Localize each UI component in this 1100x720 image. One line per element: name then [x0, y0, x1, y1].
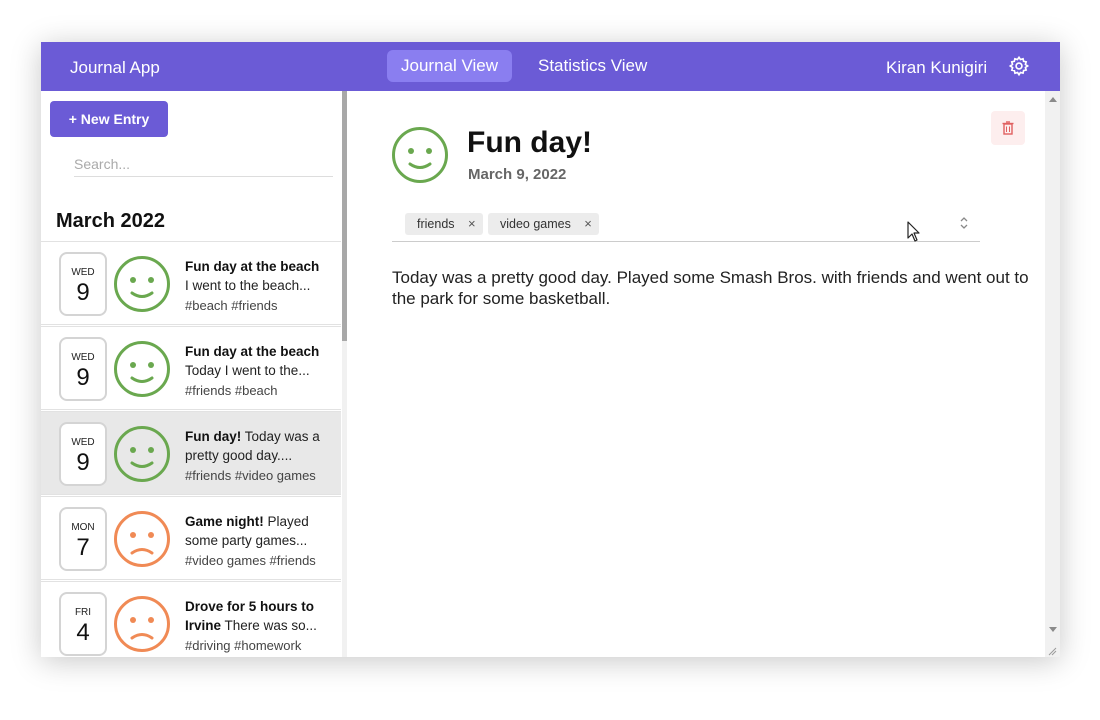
entry-preview-inline: Today was a	[244, 429, 320, 444]
entry-title: Fun day at the beach	[185, 259, 320, 274]
entry-preview: pretty good day....	[185, 448, 293, 463]
date-badge: WED 9	[59, 252, 107, 316]
remove-tag-icon[interactable]: ×	[468, 213, 476, 235]
date-badge: FRI 4	[59, 592, 107, 656]
delete-entry-button[interactable]	[991, 111, 1025, 145]
app-title: Journal App	[70, 58, 160, 77]
day-number: 7	[76, 534, 90, 561]
entry-list-item[interactable]: FRI 4 Drove for 5 hours to Irvine There …	[41, 581, 341, 657]
entries-sidebar: + New Entry March 2022 WED 9 Fun day at …	[41, 91, 341, 657]
entry-title-continued: Irvine	[185, 618, 222, 633]
entry-summary: Game night! Played some party games...	[185, 512, 329, 550]
app-window: Journal App Journal View Statistics View…	[41, 42, 1060, 657]
entry-title-heading[interactable]: Fun day!	[467, 126, 592, 160]
day-number: 9	[76, 364, 90, 391]
tags-multiselect[interactable]: friends × video games ×	[392, 211, 980, 242]
scroll-up-icon[interactable]	[1049, 97, 1057, 102]
day-of-week: WED	[71, 352, 95, 363]
entry-title: Game night!	[185, 514, 264, 529]
happy-face-icon	[114, 426, 170, 482]
day-of-week: WED	[71, 267, 95, 278]
trash-icon	[1002, 121, 1014, 135]
happy-face-icon[interactable]	[391, 126, 449, 184]
entry-preview-inline: Played	[267, 514, 309, 529]
entry-list-item[interactable]: WED 9 Fun day at the beach I went to the…	[41, 241, 341, 325]
entry-body-text[interactable]: Today was a pretty good day. Played some…	[392, 267, 1032, 309]
top-nav-bar: Journal App Journal View Statistics View…	[41, 42, 1060, 91]
entry-title: Drove for 5 hours to	[185, 599, 315, 614]
user-name[interactable]: Kiran Kunigiri	[886, 58, 987, 78]
mouse-pointer-icon	[907, 221, 920, 242]
chevron-updown-icon[interactable]	[958, 215, 970, 231]
entry-tags: #beach #friends	[185, 298, 278, 313]
date-badge: WED 9	[59, 337, 107, 401]
entry-detail-panel: Fun day! March 9, 2022 friends × video g…	[347, 91, 1045, 657]
new-entry-button[interactable]: + New Entry	[50, 101, 168, 137]
main-scrollbar[interactable]	[1045, 91, 1060, 657]
entry-summary: Fun day at the beach Today I went to the…	[185, 342, 329, 380]
day-of-week: MON	[71, 522, 95, 533]
tab-journal-view[interactable]: Journal View	[387, 50, 513, 82]
sad-face-icon	[114, 511, 170, 567]
entry-summary: Fun day! Today was a pretty good day....	[185, 427, 329, 465]
tag-chip: friends ×	[405, 213, 483, 235]
tag-chip-label: video games	[500, 217, 571, 231]
remove-tag-icon[interactable]: ×	[584, 213, 592, 235]
day-number: 9	[76, 279, 90, 306]
tag-chip-label: friends	[417, 217, 455, 231]
entry-tags: #friends #beach	[185, 383, 278, 398]
entry-title: Fun day at the beach	[185, 344, 320, 359]
entry-preview: Today I went to the...	[185, 363, 310, 378]
entry-summary: Drove for 5 hours to Irvine There was so…	[185, 597, 329, 635]
entry-date: March 9, 2022	[468, 166, 567, 183]
day-number: 4	[76, 619, 90, 646]
scroll-down-icon[interactable]	[1049, 627, 1057, 632]
entry-list-item[interactable]: MON 7 Game night! Played some party game…	[41, 496, 341, 580]
entry-title: Fun day!	[185, 429, 242, 444]
sad-face-icon	[114, 596, 170, 652]
entry-tags: #driving #homework	[185, 638, 302, 653]
resize-handle-icon[interactable]	[1047, 646, 1057, 656]
day-of-week: WED	[71, 437, 95, 448]
happy-face-icon	[114, 341, 170, 397]
gear-icon[interactable]	[1008, 55, 1030, 77]
date-badge: MON 7	[59, 507, 107, 571]
entry-list-item[interactable]: WED 9 Fun day at the beach Today I went …	[41, 326, 341, 410]
entry-preview-inline: There was so...	[224, 618, 317, 633]
entry-preview: I went to the beach...	[185, 278, 311, 293]
month-heading: March 2022	[56, 210, 165, 232]
tab-statistics-view[interactable]: Statistics View	[524, 50, 661, 82]
tag-chip: video games ×	[488, 213, 599, 235]
entry-summary: Fun day at the beach I went to the beach…	[185, 257, 329, 295]
entry-list-item-selected[interactable]: WED 9 Fun day! Today was a pretty good d…	[41, 411, 341, 495]
day-number: 9	[76, 449, 90, 476]
date-badge: WED 9	[59, 422, 107, 486]
entry-tags: #friends #video games	[185, 468, 316, 483]
entry-preview: some party games...	[185, 533, 308, 548]
day-of-week: FRI	[74, 607, 92, 618]
entry-tags: #video games #friends	[185, 553, 316, 568]
search-input[interactable]	[74, 151, 333, 177]
happy-face-icon	[114, 256, 170, 312]
